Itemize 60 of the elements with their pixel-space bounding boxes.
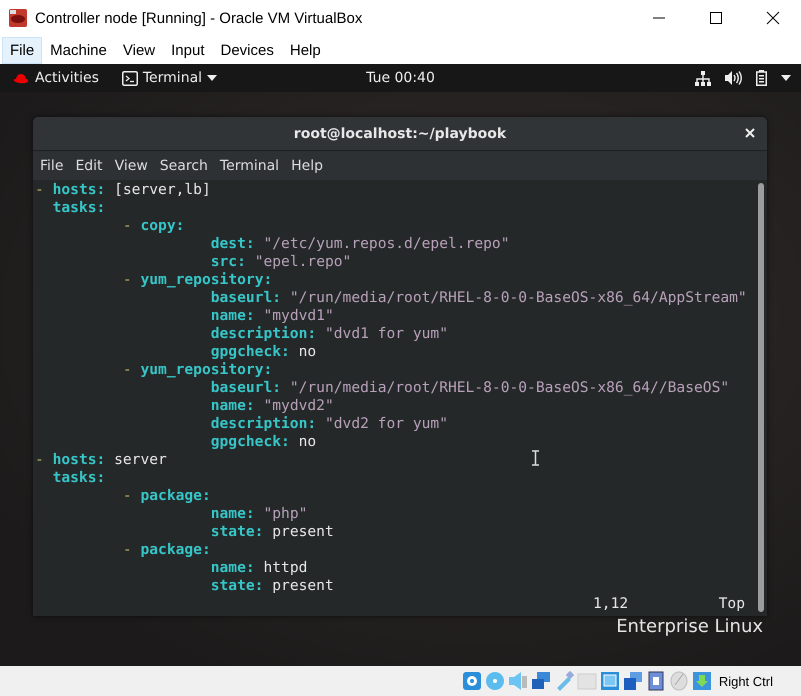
code-line: baseurl: "/run/media/root/RHEL-8-0-0-BaseOS-x86_64/AppStream" [210, 289, 747, 307]
terminal-icon [122, 70, 138, 86]
code-line: tasks: [52, 469, 106, 487]
caret-icon [207, 75, 218, 81]
code-line: state: present [210, 523, 334, 541]
display-icon[interactable] [600, 671, 620, 691]
code-line: description: "dvd1 for yum" [210, 325, 448, 343]
menu-item[interactable]: File [2, 36, 42, 64]
code-line: - package: [122, 487, 211, 505]
terminal-title: root@localhost:~/playbook [294, 126, 506, 142]
app-logo-icon [9, 9, 27, 27]
window-title: Controller node [Running] - Oracle VM VirtualBox [35, 10, 364, 26]
chip-icon[interactable] [646, 671, 666, 691]
caret-icon[interactable] [781, 75, 791, 81]
code-line: - package: [122, 541, 211, 559]
code-line: name: "mydvd2" [210, 397, 334, 415]
activities-button[interactable]: Activities [35, 70, 99, 86]
hat-logo-icon [13, 72, 29, 84]
code-line: tasks: [52, 199, 106, 217]
clock[interactable]: Tue 00:40 [366, 70, 435, 86]
menu-item[interactable]: Help [282, 36, 329, 64]
text-cursor-icon [531, 450, 540, 466]
code-line: - yum_repository: [122, 271, 272, 289]
menu-item[interactable]: Search [156, 158, 216, 174]
code-line: dest: "/etc/yum.repos.d/epel.repo" [210, 235, 510, 253]
code-line: baseurl: "/run/media/root/RHEL-8-0-0-BaseOS-x86_64//BaseOS" [210, 379, 730, 397]
desktop-brand-text: Enterprise Linux [616, 617, 763, 637]
scrollbar[interactable] [758, 183, 764, 612]
code-line: - copy: [122, 217, 184, 235]
volume-icon[interactable] [725, 71, 742, 85]
download-icon[interactable] [692, 671, 712, 691]
close-icon[interactable] [764, 10, 780, 26]
menu-item[interactable]: Machine [42, 36, 115, 64]
host-key-label: Right Ctrl [718, 674, 773, 688]
code-line: - hosts: [server,lb] [35, 181, 211, 199]
code-line: name: "mydvd1" [210, 307, 334, 325]
code-line: - yum_repository: [122, 361, 272, 379]
code-line: src: "epel.repo" [210, 253, 352, 271]
menu-item[interactable]: View [110, 158, 156, 174]
cursor-position: 1,12 [593, 595, 628, 613]
scroll-position: Top [718, 595, 745, 613]
network-icon[interactable] [695, 70, 711, 86]
code-line: - hosts: server [35, 451, 167, 469]
code-line: state: present [210, 577, 334, 595]
battery-icon[interactable] [756, 70, 767, 86]
screens-icon[interactable] [622, 671, 643, 691]
menu-item[interactable]: Input [163, 36, 212, 64]
menu-item[interactable]: Devices [212, 36, 282, 64]
menu-item[interactable]: View [114, 36, 164, 64]
maximize-icon[interactable] [708, 10, 724, 26]
menu-item[interactable]: File [36, 158, 72, 174]
app-menu-button[interactable]: Terminal [142, 70, 202, 86]
code-line: description: "dvd2 for yum" [210, 415, 448, 433]
code-line: name: httpd [210, 559, 308, 577]
code-line: gpgcheck: no [210, 343, 316, 361]
menu-item[interactable]: Edit [71, 158, 111, 174]
code-line: gpgcheck: no [210, 433, 316, 451]
menu-item[interactable]: Terminal [216, 158, 288, 174]
menu-item[interactable]: Help [287, 158, 331, 174]
code-line: name: "php" [210, 505, 308, 523]
